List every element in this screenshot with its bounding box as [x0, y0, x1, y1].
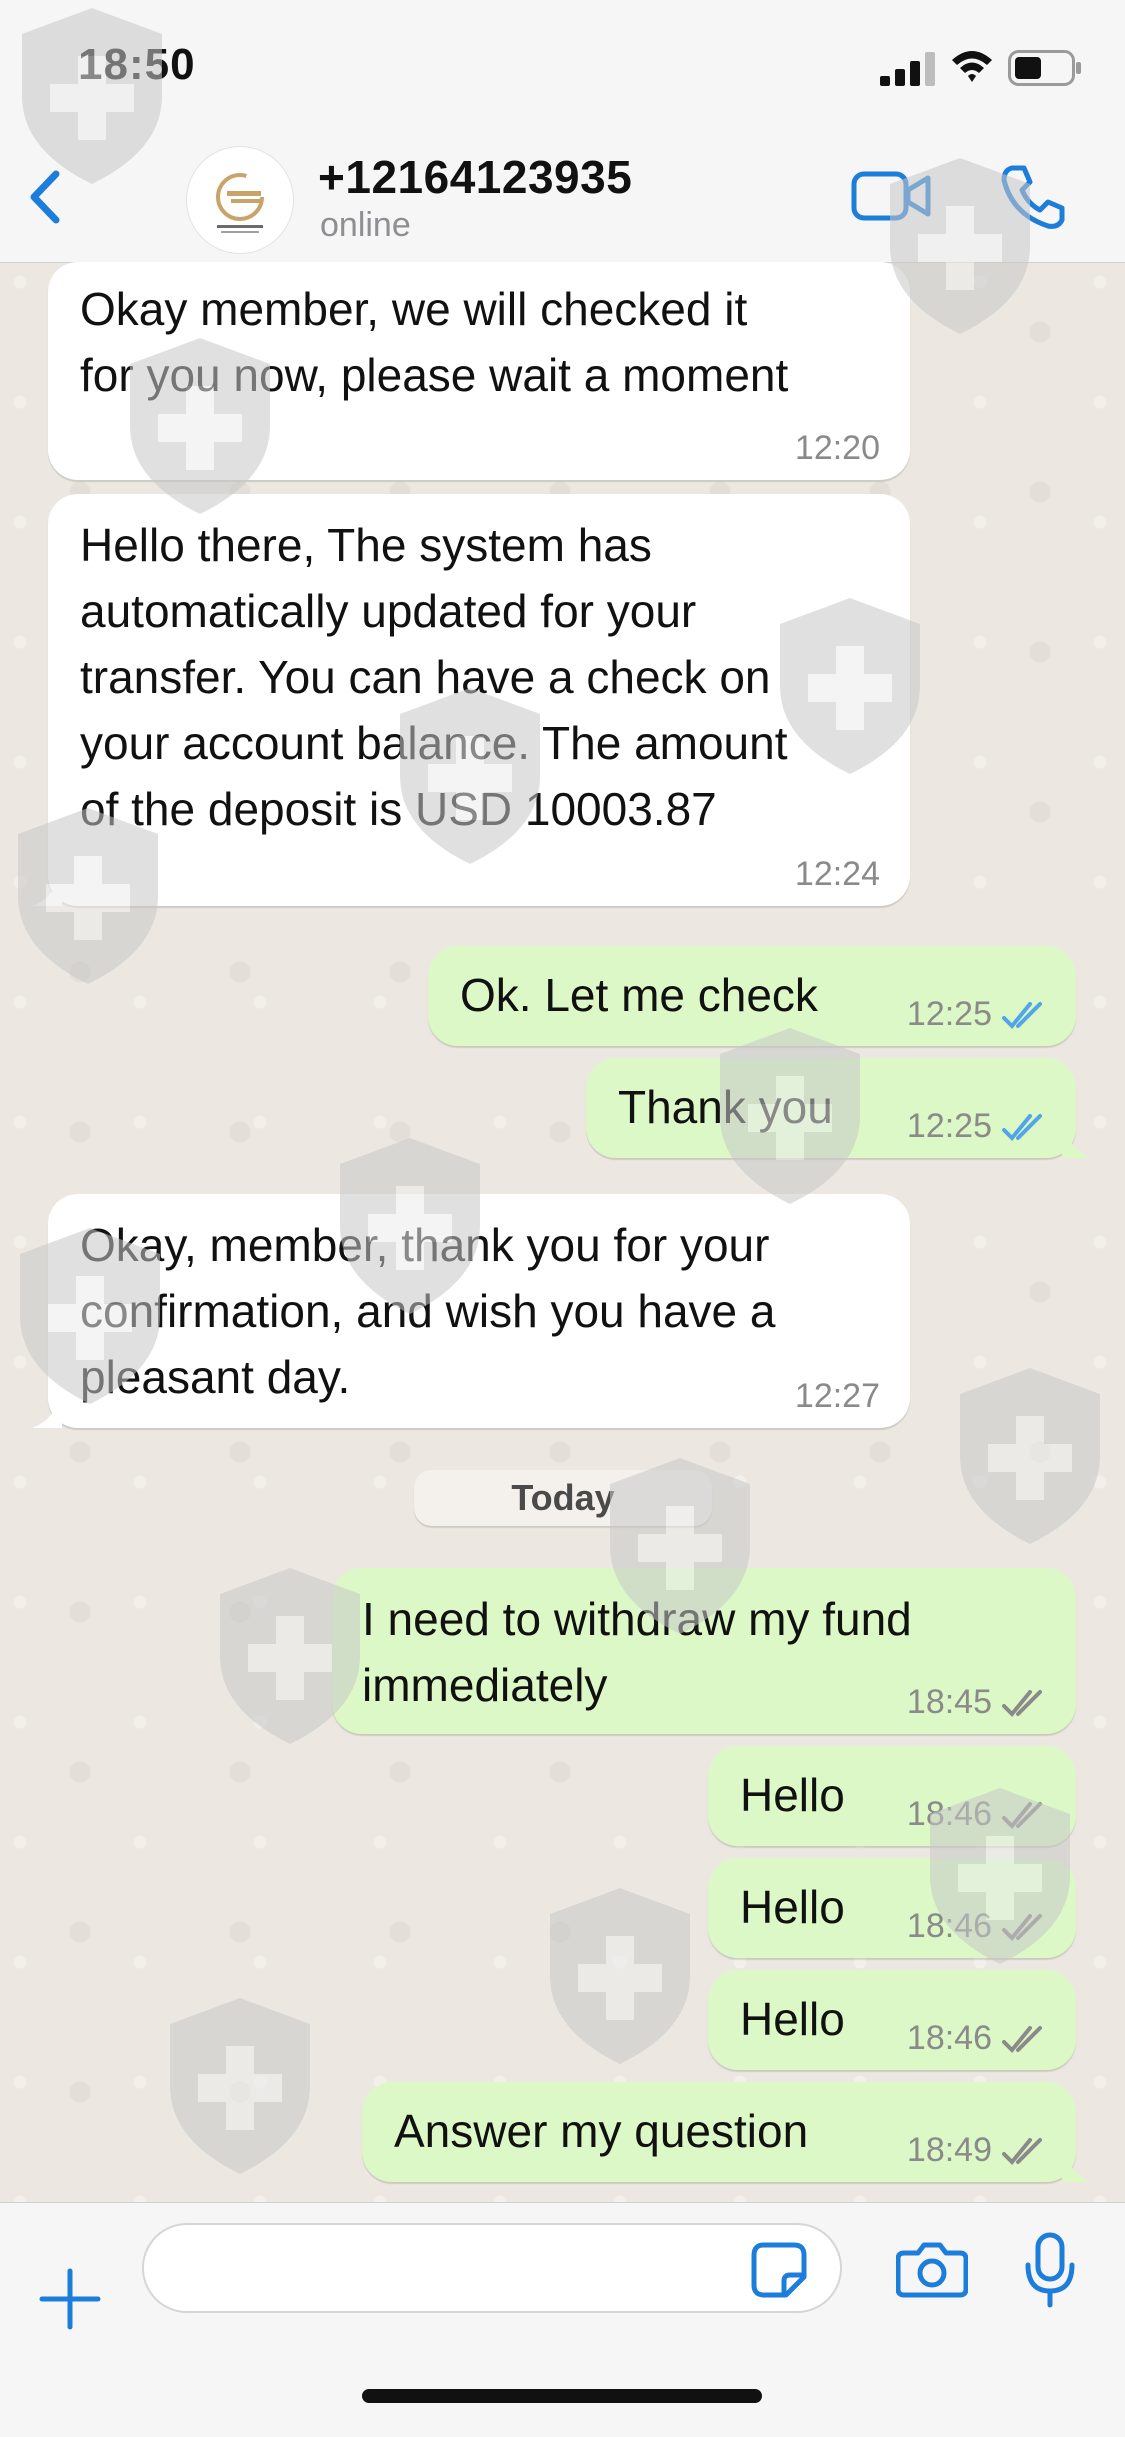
message-text: I need to withdraw my fund immediately [362, 1593, 912, 1711]
date-divider: Today [414, 1470, 712, 1526]
message-text: Ok. Let me check [460, 969, 818, 1021]
message-bubble-outgoing[interactable]: Hello 18:46 [708, 1746, 1076, 1846]
message-time: 12:27 [794, 1377, 880, 1415]
contact-status: online [320, 206, 411, 244]
message-time: 12:25 [906, 995, 992, 1033]
message-time: 18:46 [906, 2019, 992, 2057]
message-input[interactable] [142, 2223, 842, 2313]
message-bubble-outgoing[interactable]: Answer my question 18:49 [362, 2082, 1092, 2182]
message-time: 18:46 [906, 1795, 992, 1833]
message-text: Okay, member, thank you for your confirm… [80, 1219, 776, 1403]
double-check-read-icon [1002, 1114, 1042, 1141]
bubble-tail [32, 876, 62, 906]
double-check-delivered-icon [1002, 1690, 1042, 1717]
status-time: 18:50 [78, 40, 196, 89]
home-indicator [362, 2389, 762, 2403]
double-check-delivered-icon [1002, 2138, 1042, 2165]
sticker-button[interactable] [750, 2241, 808, 2299]
message-time: 12:25 [906, 1107, 992, 1145]
bubble-tail [32, 1398, 62, 1428]
message-bubble-outgoing[interactable]: Ok. Let me check 12:25 [428, 946, 1076, 1046]
status-bar: 18:50 [0, 0, 1125, 140]
chat-header: +12164123935 online [0, 140, 1125, 263]
message-bubble-outgoing[interactable]: Hello 18:46 [708, 1970, 1076, 2070]
message-time: 18:45 [906, 1683, 992, 1721]
double-check-delivered-icon [1002, 2026, 1042, 2053]
microphone-button[interactable] [1022, 2231, 1078, 2309]
contact-name[interactable]: +12164123935 [318, 150, 632, 204]
double-check-delivered-icon [1002, 1914, 1042, 1941]
message-time: 18:49 [906, 2131, 992, 2169]
video-call-button[interactable] [850, 166, 932, 226]
message-bubble-incoming[interactable]: Hello there, The system has automaticall… [32, 494, 910, 906]
message-time: 18:46 [906, 1907, 992, 1945]
message-text: Hello [740, 1993, 845, 2045]
bubble-tail [1062, 1128, 1092, 1158]
attach-button[interactable] [38, 2267, 102, 2331]
message-bubble-incoming[interactable]: Okay, member, thank you for your confirm… [32, 1194, 910, 1428]
camera-button[interactable] [896, 2239, 968, 2299]
wifi-icon [952, 51, 992, 82]
message-bubble-outgoing[interactable]: I need to withdraw my fund immediately 1… [332, 1568, 1076, 1734]
double-check-delivered-icon [1002, 1802, 1042, 1829]
message-bubble-outgoing[interactable]: Thank you 12:25 [586, 1058, 1092, 1158]
message-text: Answer my question [394, 2105, 809, 2157]
message-bubble-incoming[interactable]: Okay member, we will checked it for you … [48, 262, 910, 480]
message-text: Hello there, The system has automaticall… [80, 519, 788, 835]
message-bubble-outgoing[interactable]: Hello 18:46 [708, 1858, 1076, 1958]
battery-icon [1008, 50, 1081, 86]
avatar[interactable] [186, 146, 294, 254]
message-time: 12:24 [794, 855, 880, 893]
back-button[interactable] [18, 162, 78, 232]
message-input-bar [0, 2202, 1125, 2437]
message-text: Hello [740, 1881, 845, 1933]
message-text: Thank you [618, 1081, 833, 1133]
message-text: Okay member, we will checked it for you … [80, 283, 789, 401]
bubble-tail [1062, 2152, 1092, 2182]
message-time: 12:20 [794, 429, 880, 467]
cellular-signal-icon [880, 52, 935, 86]
double-check-read-icon [1002, 1002, 1042, 1029]
voice-call-button[interactable] [998, 162, 1068, 232]
message-text: Hello [740, 1769, 845, 1821]
company-logo-icon [216, 173, 264, 233]
